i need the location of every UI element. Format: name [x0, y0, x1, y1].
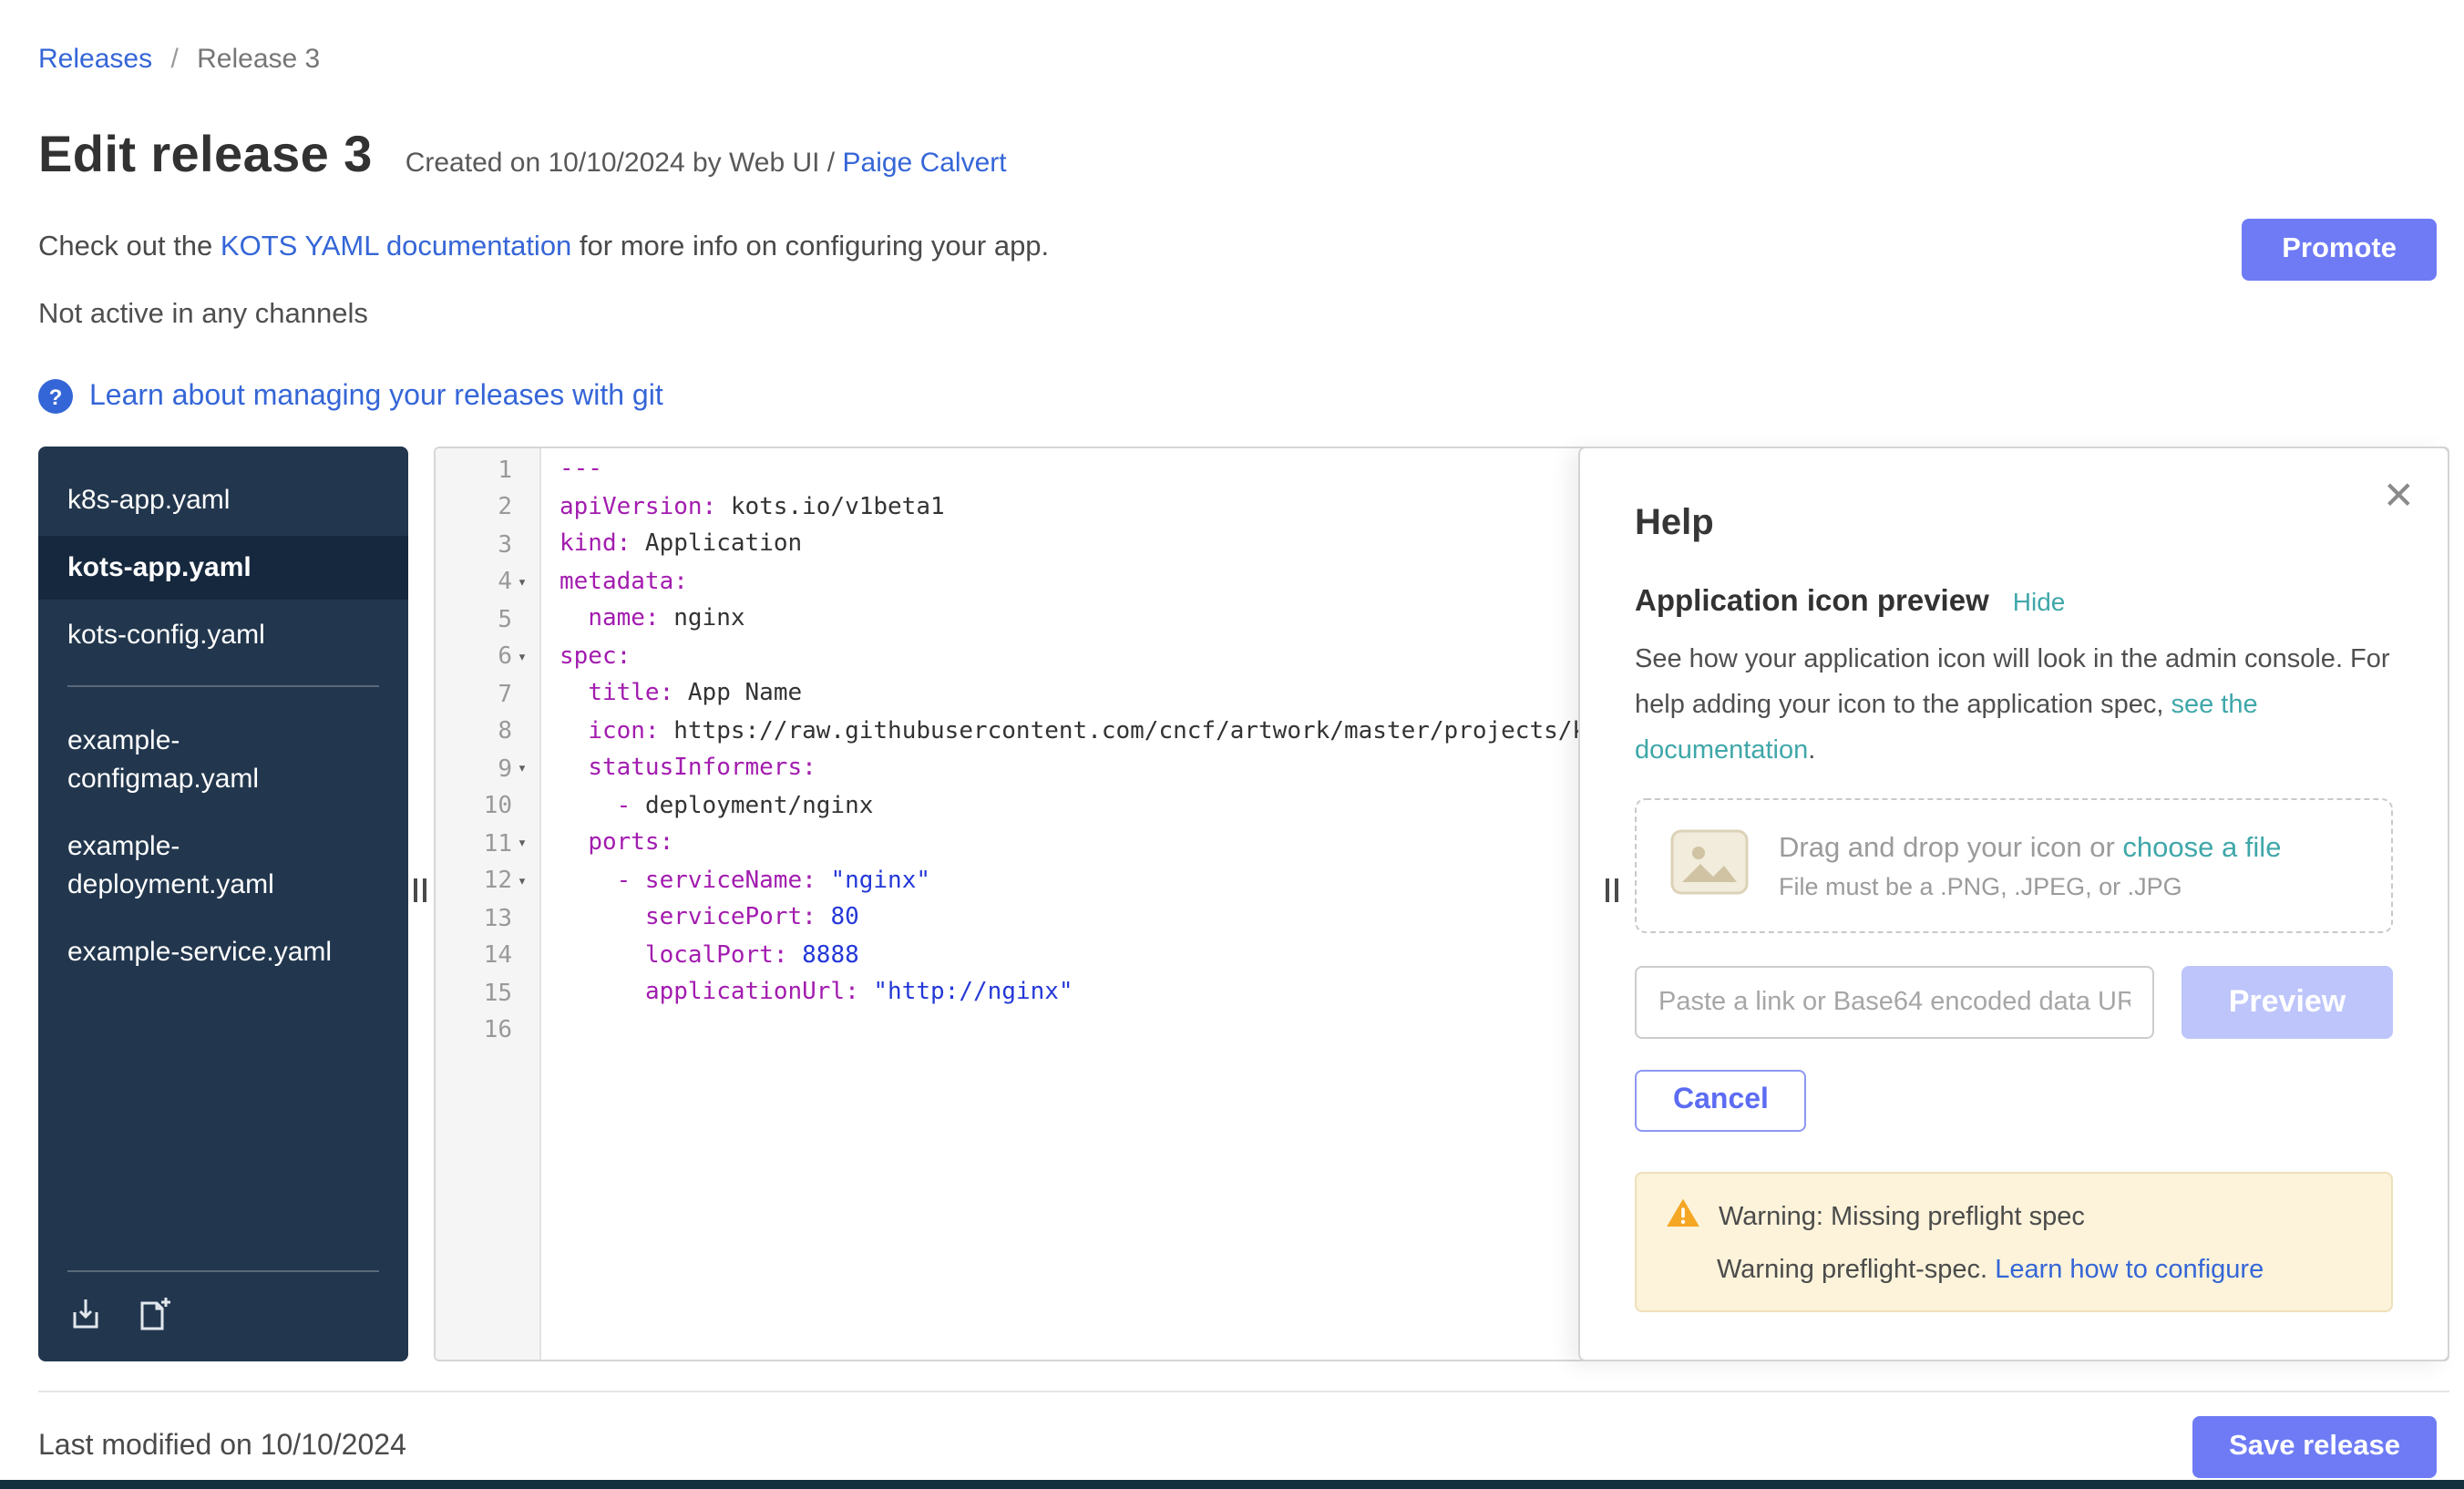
- upload-file-icon[interactable]: [67, 1296, 104, 1332]
- fold-chevron-icon[interactable]: ▾: [512, 761, 532, 779]
- last-modified: Last modified on 10/10/2024: [38, 1431, 406, 1463]
- description-period: .: [1808, 736, 1815, 765]
- created-meta: Created on 10/10/2024 by Web UI / Paige …: [406, 148, 1007, 179]
- sidebar-divider: [67, 685, 379, 687]
- line-number: 9▾: [436, 751, 539, 788]
- dropzone-filetypes: File must be a .PNG, .JPEG, or .JPG: [1779, 872, 2281, 899]
- line-number: 2: [436, 489, 539, 527]
- warning-icon: [1666, 1197, 1700, 1236]
- git-help-row: ? Learn about managing your releases wit…: [38, 379, 2449, 414]
- app-viewport: Releases / Release 3 Edit release 3 Crea…: [0, 0, 2464, 1489]
- docs-hint: Check out the KOTS YAML documentation fo…: [38, 231, 2449, 264]
- line-number: 14: [436, 938, 539, 975]
- warning-detail: Warning preflight-spec. Learn how to con…: [1717, 1256, 2362, 1285]
- line-number: 12▾: [436, 863, 539, 900]
- page-title: Edit release 3: [38, 126, 373, 184]
- icon-url-input[interactable]: [1635, 966, 2154, 1039]
- fold-chevron-icon[interactable]: ▾: [512, 649, 532, 667]
- line-number: 5: [436, 601, 539, 639]
- hide-link[interactable]: Hide: [2013, 587, 2066, 616]
- sidebar-item-k8s-app.yaml[interactable]: k8s-app.yaml: [38, 468, 408, 532]
- icon-preview-header: Application icon preview Hide: [1635, 585, 2393, 620]
- sidebar-bottom-divider: [67, 1270, 379, 1272]
- line-number: 16: [436, 1012, 539, 1050]
- fold-chevron-icon[interactable]: ▾: [512, 836, 532, 854]
- line-number: 1: [436, 452, 539, 489]
- help-panel: ✕ Help Application icon preview Hide See…: [1578, 447, 2449, 1361]
- image-placeholder-icon: [1669, 827, 1750, 905]
- fold-chevron-icon[interactable]: ▾: [512, 574, 532, 592]
- preflight-warning: Warning: Missing preflight spec Warning …: [1635, 1172, 2393, 1312]
- cancel-button[interactable]: Cancel: [1635, 1070, 1807, 1132]
- save-release-button[interactable]: Save release: [2192, 1416, 2437, 1478]
- docs-text-suffix: for more info on configuring your app.: [571, 231, 1049, 262]
- editor-gutter: 1234▾56▾789▾1011▾12▾13141516: [436, 448, 541, 1360]
- dropzone-instruction-text: Drag and drop your icon or: [1779, 832, 2122, 863]
- preview-button[interactable]: Preview: [2182, 966, 2393, 1039]
- help-title: Help: [1635, 503, 2393, 545]
- kots-docs-link[interactable]: KOTS YAML documentation: [221, 231, 571, 262]
- line-number: 3: [436, 527, 539, 564]
- line-number: 13: [436, 900, 539, 938]
- sidebar-item-example-service.yaml[interactable]: example-service.yaml: [38, 920, 408, 984]
- new-file-icon[interactable]: [133, 1296, 173, 1332]
- warning-row: Warning: Missing preflight spec: [1666, 1197, 2362, 1236]
- choose-file-link[interactable]: choose a file: [2122, 832, 2281, 863]
- promote-button[interactable]: Promote: [2242, 219, 2437, 281]
- line-number: 15: [436, 975, 539, 1012]
- line-number: 6▾: [436, 639, 539, 676]
- sidebar-item-example-configmap.yaml[interactable]: example-configmap.yaml: [38, 709, 408, 811]
- question-circle-icon: ?: [38, 379, 73, 414]
- line-number: 11▾: [436, 826, 539, 863]
- warning-detail-text: Warning preflight-spec.: [1717, 1256, 1995, 1285]
- sidebar-item-kots-config.yaml[interactable]: kots-config.yaml: [38, 603, 408, 667]
- git-releases-link[interactable]: Learn about managing your releases with …: [89, 380, 663, 413]
- sidebar-item-kots-app.yaml[interactable]: kots-app.yaml: [38, 536, 408, 600]
- editor-workspace: k8s-app.yamlkots-app.yamlkots-config.yam…: [38, 447, 2449, 1361]
- channel-status: Not active in any channels: [38, 299, 2449, 332]
- breadcrumb-releases-link[interactable]: Releases: [38, 44, 152, 75]
- dropzone-instruction: Drag and drop your icon or choose a file: [1779, 832, 2281, 865]
- line-number: 7: [436, 676, 539, 714]
- title-row: Edit release 3 Created on 10/10/2024 by …: [38, 126, 2449, 184]
- breadcrumb-current: Release 3: [197, 44, 320, 75]
- configure-preflight-link[interactable]: Learn how to configure: [1995, 1256, 2264, 1285]
- line-number: 8: [436, 714, 539, 751]
- sidebar-item-example-deployment.yaml[interactable]: example-deployment.yaml: [38, 815, 408, 917]
- sidebar-bottom: [38, 1270, 408, 1361]
- dropzone-text: Drag and drop your icon or choose a file…: [1779, 832, 2281, 899]
- breadcrumb-separator: /: [170, 44, 178, 75]
- breadcrumb: Releases / Release 3: [38, 0, 2449, 75]
- author-link[interactable]: Paige Calvert: [843, 148, 1007, 179]
- release-editor-page: Releases / Release 3 Edit release 3 Crea…: [0, 0, 2464, 1489]
- footer: Last modified on 10/10/2024 Save release: [38, 1391, 2449, 1478]
- sidebar-resize-handle[interactable]: [414, 878, 426, 902]
- close-icon[interactable]: ✕: [2376, 470, 2422, 523]
- bottom-strip: [0, 1480, 2464, 1489]
- fold-chevron-icon[interactable]: ▾: [512, 873, 532, 891]
- icon-dropzone[interactable]: Drag and drop your icon or choose a file…: [1635, 798, 2393, 933]
- icon-preview-description: See how your application icon will look …: [1635, 638, 2393, 775]
- line-number: 4▾: [436, 564, 539, 601]
- file-sidebar: k8s-app.yamlkots-app.yamlkots-config.yam…: [38, 447, 408, 1361]
- created-text: Created on 10/10/2024 by Web UI /: [406, 148, 843, 179]
- sidebar-actions: [38, 1296, 408, 1361]
- docs-text-prefix: Check out the: [38, 231, 221, 262]
- line-number: 10: [436, 788, 539, 826]
- description-text: See how your application icon will look …: [1635, 645, 2390, 720]
- warning-text: Warning: Missing preflight spec: [1719, 1202, 2085, 1231]
- icon-preview-title: Application icon preview: [1635, 585, 1989, 620]
- file-list: k8s-app.yamlkots-app.yamlkots-config.yam…: [38, 447, 408, 984]
- help-resize-handle[interactable]: [1606, 878, 1618, 902]
- icon-url-row: Preview: [1635, 966, 2393, 1039]
